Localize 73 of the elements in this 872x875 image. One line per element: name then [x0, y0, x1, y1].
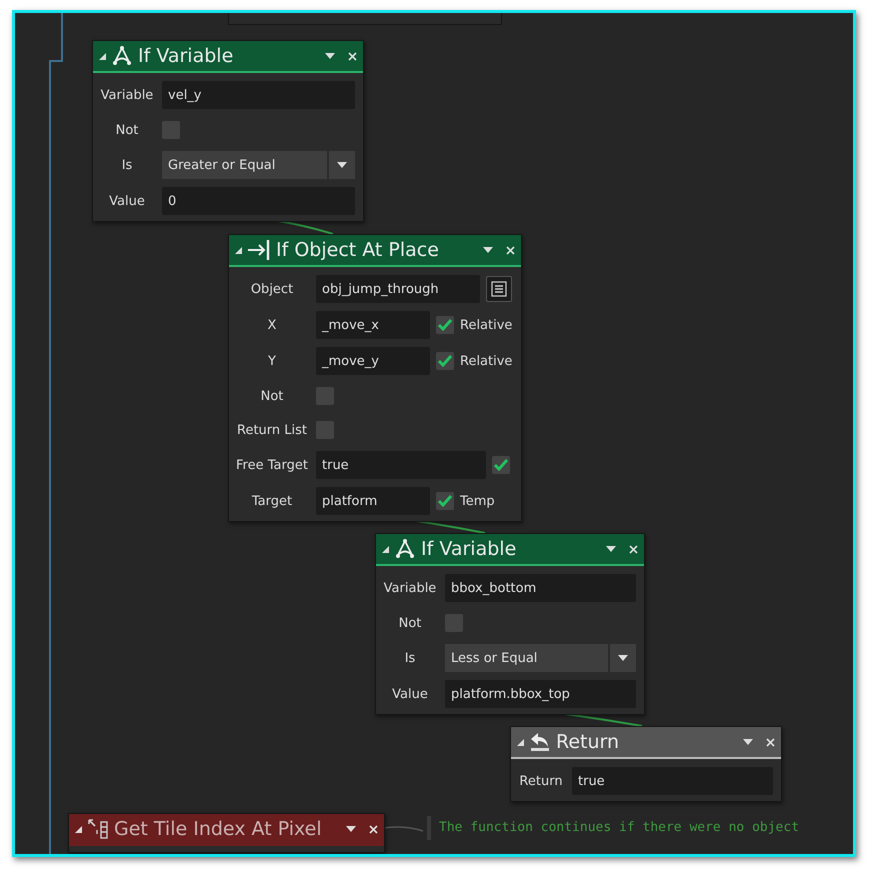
input-field[interactable]: platform.bbox_top — [445, 680, 636, 708]
field-label: Variable — [382, 580, 438, 596]
checkbox[interactable] — [436, 352, 454, 370]
field-label: Not — [398, 616, 422, 630]
checkbox[interactable] — [445, 614, 463, 632]
checkbox-label: Temp — [460, 494, 495, 508]
collapse-icon[interactable] — [99, 52, 106, 60]
node-title: If Variable — [421, 538, 518, 560]
checkbox[interactable] — [162, 121, 180, 139]
node-title: Get Tile Index At Pixel — [114, 818, 323, 840]
action-node[interactable]: If Object At Place Object obj_jump_through X _move_x Relative Y _move_y Relative Not Return List Free Target true Target platform Temp — [228, 234, 522, 522]
field-label: Y — [267, 354, 277, 368]
checkbox[interactable] — [316, 387, 334, 405]
collapse-icon[interactable] — [382, 546, 389, 552]
return-icon — [529, 731, 551, 753]
field-label: Value — [108, 194, 146, 208]
action-node[interactable]: If Variable Variable vel_y Not Is Greater or Equal Value 0 — [92, 40, 364, 222]
object-picker-button[interactable] — [486, 276, 512, 302]
action-node[interactable]: Get Tile Index At Pixel — [68, 813, 385, 853]
close-icon[interactable] — [369, 824, 378, 834]
node-title: Return — [556, 731, 620, 753]
field-label: Not — [260, 388, 284, 404]
collapse-icon[interactable] — [235, 246, 242, 254]
connector-line — [382, 826, 424, 832]
close-icon[interactable] — [629, 544, 638, 554]
field-label: Return List — [236, 422, 308, 438]
caret-icon — [618, 655, 628, 661]
branch-icon — [394, 538, 416, 560]
input-field[interactable]: true — [572, 767, 773, 795]
input-field[interactable]: vel_y — [162, 81, 355, 109]
comment-text: The function continues if there were no object — [427, 816, 800, 840]
collapse-icon[interactable] — [517, 738, 524, 746]
action-node[interactable]: Return Return true — [510, 726, 782, 802]
tile-grid-icon — [87, 818, 109, 840]
caret-icon[interactable] — [743, 739, 753, 745]
checkbox-label: Relative — [460, 318, 512, 332]
field-label: Return — [518, 774, 564, 788]
field-label: Not — [114, 122, 140, 138]
caret-icon[interactable] — [346, 826, 356, 832]
arrow-to-bar-icon — [247, 239, 271, 261]
checkbox[interactable] — [436, 492, 454, 510]
action-node[interactable]: If Variable Variable bbox_bottom Not Is Less or Equal Value platform.bbox_top — [375, 533, 645, 715]
close-icon[interactable] — [348, 52, 357, 60]
input-field[interactable]: _move_y — [316, 347, 430, 375]
node-title: If Object At Place — [276, 239, 440, 261]
input-field[interactable]: bbox_bottom — [445, 574, 636, 602]
caret-icon[interactable] — [483, 247, 493, 253]
caret-icon[interactable] — [325, 53, 335, 59]
checkbox[interactable] — [316, 421, 334, 439]
input-field[interactable]: obj_jump_through — [316, 275, 480, 303]
caret-icon — [337, 162, 347, 168]
branch-icon — [111, 45, 133, 67]
checkbox[interactable] — [436, 316, 454, 334]
field-label: Target — [250, 494, 294, 508]
collapse-icon[interactable] — [75, 826, 82, 832]
input-field[interactable]: _move_x — [316, 311, 430, 339]
field-label: Object — [250, 282, 294, 296]
input-field[interactable]: platform — [316, 487, 430, 515]
node-title: If Variable — [138, 45, 234, 67]
field-label: Is — [404, 650, 416, 666]
list-icon — [491, 281, 507, 297]
field-label: Free Target — [235, 458, 309, 472]
field-label: Variable — [100, 88, 154, 102]
close-icon[interactable] — [506, 246, 515, 254]
field-label: X — [266, 318, 278, 332]
checkbox[interactable] — [492, 456, 510, 474]
close-icon[interactable] — [766, 738, 775, 746]
caret-icon[interactable] — [606, 546, 616, 552]
field-label: Is — [120, 158, 134, 172]
field-label: Value — [391, 686, 429, 702]
input-field[interactable]: true — [316, 451, 486, 479]
input-field[interactable]: 0 — [162, 187, 355, 215]
checkbox-label: Relative — [460, 354, 512, 368]
